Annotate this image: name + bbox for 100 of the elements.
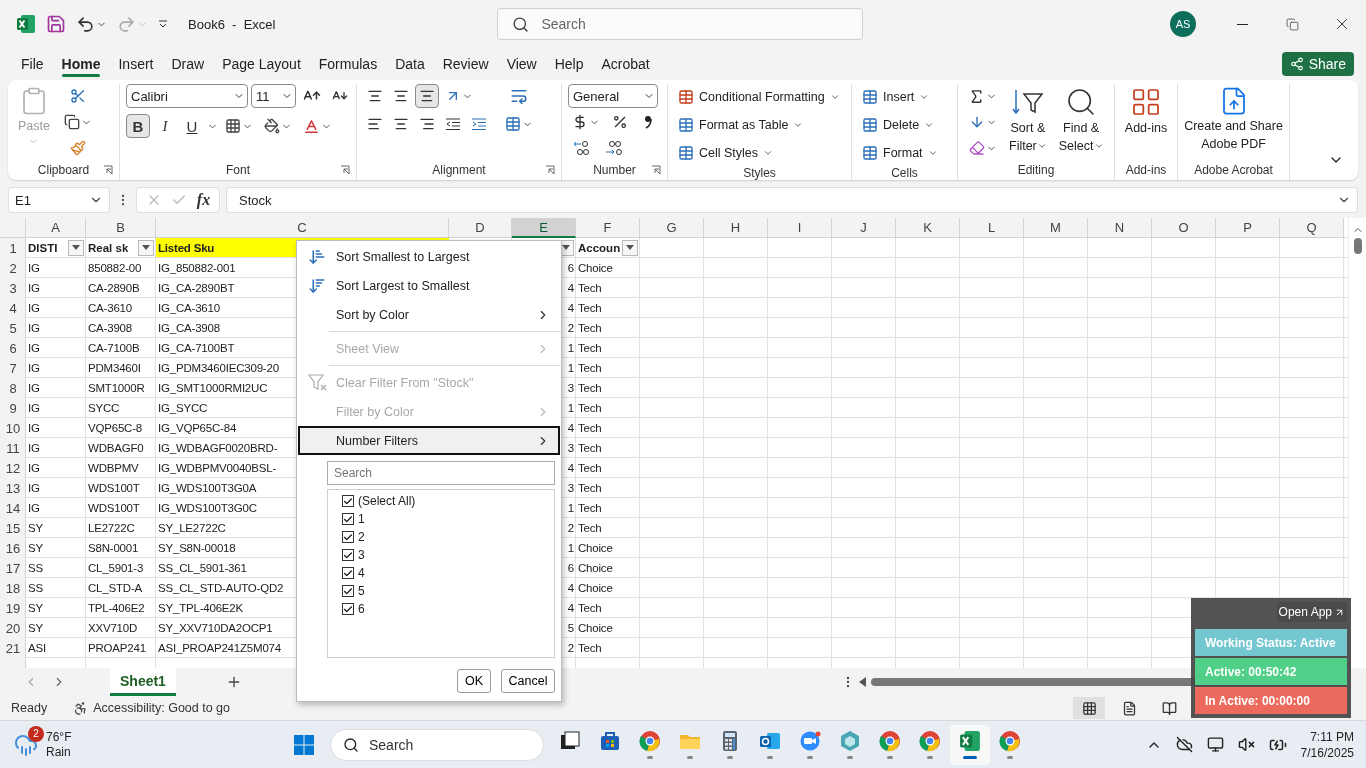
row-number[interactable]: 9 (0, 398, 26, 418)
checkbox[interactable] (342, 513, 354, 525)
row-number[interactable]: 11 (0, 438, 26, 458)
row-number[interactable]: 8 (0, 378, 26, 398)
number-format-field[interactable]: General (568, 84, 658, 108)
row-number[interactable]: 14 (0, 498, 26, 518)
column-header[interactable]: J (832, 218, 896, 238)
insert-function-button[interactable]: fx (196, 191, 211, 209)
volume-muted-icon[interactable] (1237, 736, 1255, 753)
add-ins-button[interactable]: Add-ins (1120, 84, 1172, 138)
ribbon-tab[interactable]: File (12, 50, 53, 78)
font-name-field[interactable]: Calibri (126, 84, 248, 108)
ribbon-tab[interactable]: Review (433, 50, 498, 78)
ok-button[interactable]: OK (457, 669, 491, 693)
ribbon-tab[interactable]: Home (52, 50, 110, 78)
ribbon-tab[interactable]: Help (545, 50, 593, 78)
column-header[interactable]: C (156, 218, 449, 238)
checkbox[interactable] (342, 603, 354, 615)
column-header[interactable]: O (1152, 218, 1216, 238)
italic-button[interactable]: I (153, 114, 177, 138)
checkbox[interactable] (342, 567, 354, 579)
cells-menu-button[interactable]: Insert (858, 84, 942, 110)
column-header[interactable]: K (896, 218, 960, 238)
column-header[interactable]: N (1088, 218, 1152, 238)
cells-menu-button[interactable]: Delete (858, 112, 942, 138)
search-field[interactable]: Search (327, 461, 555, 485)
styles-menu-button[interactable]: Format as Table (674, 112, 844, 138)
menu-item[interactable]: Number Filters (298, 426, 560, 455)
scroll-left-icon[interactable] (859, 677, 867, 687)
sort-filter-button[interactable]: Sort & Filter (1005, 84, 1051, 156)
row-number[interactable]: 3 (0, 278, 26, 298)
cancel-button[interactable]: Cancel (501, 669, 555, 693)
column-header[interactable]: L (960, 218, 1024, 238)
filter-button[interactable] (138, 239, 154, 256)
cells-menu-button[interactable]: Format (858, 140, 942, 166)
filter-button[interactable] (622, 239, 638, 256)
checkbox[interactable] (342, 531, 354, 543)
dialog-launcher-icon[interactable] (545, 165, 555, 175)
ribbon-tab[interactable]: Formulas (309, 50, 387, 78)
value-label[interactable]: 4 (358, 566, 365, 580)
column-header[interactable]: Q (1280, 218, 1344, 238)
find-select-button[interactable]: Find & Select (1054, 84, 1108, 156)
accessibility-status[interactable]: Accessibility: Good to go (93, 701, 230, 715)
row-number[interactable]: 16 (0, 538, 26, 558)
user-avatar[interactable]: AS (1170, 11, 1196, 37)
row-number[interactable]: 6 (0, 338, 26, 358)
create-pdf-button[interactable]: Create and Share Adobe PDF (1180, 84, 1287, 154)
formula-field[interactable]: Stock (226, 187, 1358, 213)
row-number[interactable]: 19 (0, 598, 26, 618)
search-field[interactable]: Search (497, 8, 864, 40)
value-label[interactable]: 5 (358, 584, 365, 598)
row-number[interactable]: 12 (0, 458, 26, 478)
value-label[interactable]: 3 (358, 548, 365, 562)
name-box[interactable]: E1 (8, 187, 110, 213)
column-header[interactable]: D (449, 218, 512, 238)
ribbon-tab[interactable]: Insert (109, 50, 163, 78)
cloud-off-icon[interactable] (1175, 736, 1193, 753)
column-header[interactable]: P (1216, 218, 1280, 238)
taskbar-search-field[interactable]: Search (330, 728, 544, 761)
value-label[interactable]: (Select All) (358, 494, 416, 508)
column-header[interactable]: I (768, 218, 832, 238)
save-icon[interactable] (46, 14, 66, 34)
clock[interactable]: 7:11 PM 7/16/2025 (1300, 728, 1354, 761)
ribbon-tab[interactable]: Data (386, 50, 434, 78)
spreadsheet-app-icon[interactable] (959, 730, 981, 752)
column-header[interactable]: H (704, 218, 768, 238)
row-number[interactable]: 18 (0, 578, 26, 598)
display-icon[interactable] (1206, 736, 1224, 753)
value-label[interactable]: 6 (358, 602, 365, 616)
row-number[interactable]: 5 (0, 318, 26, 338)
column-header[interactable]: M (1024, 218, 1088, 238)
row-number[interactable]: 21 (0, 638, 26, 658)
checkbox[interactable] (342, 495, 354, 507)
column-header[interactable]: A (26, 218, 86, 238)
sheet-tab[interactable]: Sheet1 (110, 668, 176, 696)
ribbon-tab[interactable]: Acrobat (592, 50, 659, 78)
bold-button[interactable]: B (126, 114, 150, 138)
value-label[interactable]: 1 (358, 512, 365, 526)
value-label[interactable]: 2 (358, 530, 365, 544)
row-number[interactable]: 2 (0, 258, 26, 278)
bottom-align-button[interactable] (415, 84, 439, 108)
ribbon-tab[interactable]: Page Layout (213, 50, 310, 78)
spreadsheet-app-icon[interactable] (16, 14, 36, 34)
row-number[interactable]: 7 (0, 358, 26, 378)
row-number[interactable]: 20 (0, 618, 26, 638)
font-size-field[interactable]: 11 (251, 84, 296, 108)
column-header[interactable]: G (640, 218, 704, 238)
row-number[interactable]: 17 (0, 558, 26, 578)
row-number[interactable]: 4 (0, 298, 26, 318)
styles-menu-button[interactable]: Cell Styles (674, 140, 844, 166)
scrollbar-thumb[interactable] (1353, 238, 1362, 254)
undo-icon[interactable] (76, 14, 95, 34)
ribbon-tab[interactable]: View (497, 50, 546, 78)
row-number[interactable]: 1 (0, 238, 26, 258)
dialog-launcher-icon[interactable] (651, 165, 661, 175)
menu-item[interactable]: Sort by Color (298, 300, 560, 329)
ribbon-tab[interactable]: Draw (162, 50, 214, 78)
styles-menu-button[interactable]: Conditional Formatting (674, 84, 844, 110)
dialog-launcher-icon[interactable] (103, 165, 113, 175)
row-number[interactable]: 13 (0, 478, 26, 498)
